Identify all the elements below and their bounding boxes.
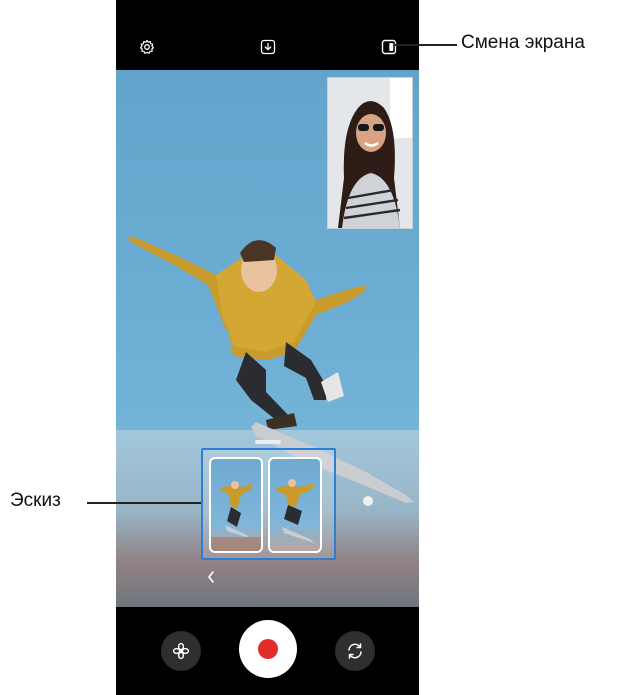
switch-camera-button[interactable] [335, 631, 375, 671]
collapse-chevron-button[interactable] [206, 570, 216, 588]
thumbnail-1-image [211, 481, 261, 551]
download-button[interactable] [257, 36, 279, 58]
top-toolbar [116, 0, 419, 70]
panel-drag-handle[interactable] [255, 440, 281, 444]
thumbnail-2-image [274, 479, 314, 543]
record-icon [258, 639, 278, 659]
download-icon [260, 39, 276, 55]
screen-switch-callout: Смена экрана [461, 32, 585, 53]
thumbnail-strip[interactable] [201, 448, 336, 560]
thumbnail-callout-line [87, 502, 201, 504]
screen-switch-icon [381, 39, 397, 55]
flower-filter-icon [172, 642, 190, 660]
screen-switch-callout-line [395, 44, 457, 46]
bottom-controls [116, 607, 419, 695]
camera-viewfinder[interactable] [116, 70, 419, 607]
record-button[interactable] [239, 620, 297, 678]
thumbnail-2[interactable] [268, 457, 322, 553]
filter-button[interactable] [161, 631, 201, 671]
gear-icon [139, 39, 155, 54]
selfie-image [328, 78, 412, 228]
thumbnail-1[interactable] [209, 457, 263, 553]
phone-screen [116, 0, 419, 695]
settings-button[interactable] [136, 36, 158, 58]
switch-camera-icon [348, 643, 362, 659]
pip-selfie-window[interactable] [327, 77, 413, 229]
thumbnail-callout: Эскиз [10, 490, 61, 511]
chevron-left-icon [208, 571, 214, 583]
screen-switch-button[interactable] [378, 36, 400, 58]
